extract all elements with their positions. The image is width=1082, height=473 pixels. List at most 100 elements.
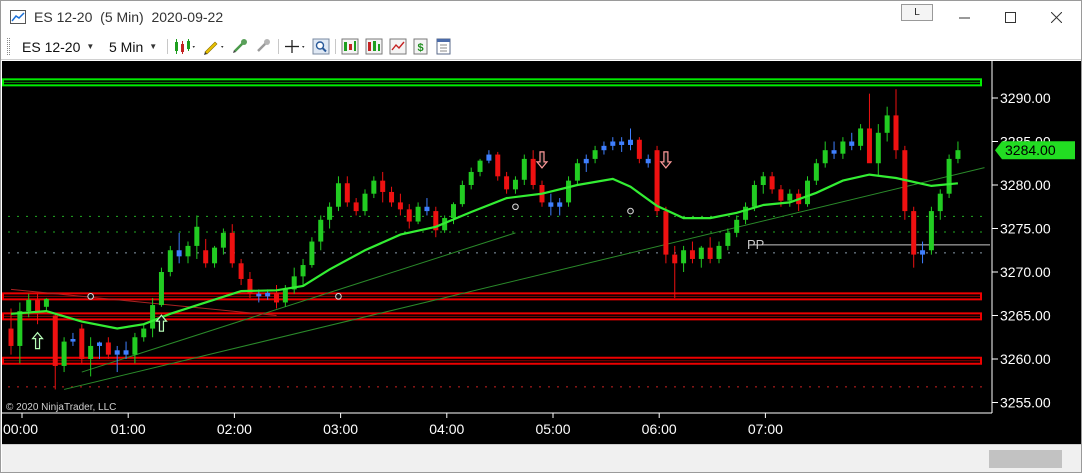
- candle-body: [858, 128, 864, 146]
- candle-body: [805, 180, 810, 205]
- candle-body: [583, 158, 589, 164]
- candle-body: [663, 211, 669, 255]
- data-box-icon[interactable]: $: [412, 38, 430, 55]
- interval-dropdown-icon: ▼: [149, 42, 158, 51]
- candle-body: [521, 158, 527, 180]
- detach-icon[interactable]: [254, 38, 272, 55]
- candle: [566, 176, 572, 207]
- candle-body: [88, 345, 94, 359]
- maximize-button[interactable]: [987, 1, 1033, 33]
- chart-window: ES 12-20 (5 Min) 2020-09-22 L ES 12-20 ▼…: [0, 0, 1082, 473]
- candle-body: [840, 141, 846, 154]
- x-tick-label: 02:00: [217, 421, 252, 437]
- candle-body: [43, 298, 49, 307]
- candle-body: [176, 250, 182, 257]
- candle-body: [928, 211, 934, 251]
- candle-body: [574, 163, 580, 181]
- candle-body: [645, 158, 651, 164]
- x-tick-label: 04:00: [429, 421, 464, 437]
- candle-body: [61, 341, 67, 366]
- zoom-icon[interactable]: [312, 38, 330, 55]
- candle-body: [451, 204, 456, 219]
- candle-body: [628, 139, 633, 145]
- candle-body: [937, 193, 943, 212]
- instrument-label: ES 12-20: [22, 38, 81, 55]
- candle-body: [689, 250, 695, 259]
- candle-body: [557, 202, 563, 207]
- candle-body: [849, 141, 855, 146]
- candle-body: [468, 171, 474, 185]
- candle-body: [380, 180, 386, 192]
- svg-text:$: $: [417, 42, 423, 54]
- link-button[interactable]: L: [901, 4, 933, 21]
- last-price-label: 3284.00: [1005, 142, 1056, 158]
- candle: [902, 145, 908, 220]
- attach-icon[interactable]: [231, 38, 249, 55]
- candle-body: [548, 202, 554, 207]
- interval-selector[interactable]: 5 Min ▼: [109, 37, 157, 56]
- instrument-selector[interactable]: ES 12-20 ▼: [22, 37, 94, 56]
- toolbar-separator: [278, 39, 279, 54]
- draw-tool-icon[interactable]: [202, 38, 226, 55]
- chart-panel[interactable]: PP © 2020 NinjaTrader, LLC 3255.00 3260.00 3…: [2, 61, 1081, 444]
- price-chart[interactable]: PP© 2020 NinjaTrader, LLC 3255.003260.003…: [2, 61, 1081, 444]
- close-icon: [1050, 11, 1062, 23]
- candle-body: [698, 247, 704, 259]
- properties-icon[interactable]: [435, 38, 453, 55]
- candle-body: [725, 232, 731, 246]
- candle-body: [920, 250, 926, 255]
- close-button[interactable]: [1033, 1, 1079, 33]
- candle-body: [212, 247, 218, 264]
- minimize-button[interactable]: [941, 1, 987, 33]
- title-bar[interactable]: ES 12-20 (5 Min) 2020-09-22 L: [1, 1, 1081, 33]
- candle-body: [105, 342, 111, 355]
- candle-body: [716, 245, 722, 259]
- candle-body: [397, 202, 403, 210]
- strategy-icon[interactable]: [341, 38, 359, 55]
- candle-body: [831, 150, 837, 154]
- chart-toolbar: ES 12-20 ▼ 5 Min ▼ $: [1, 33, 1081, 60]
- candle-body: [150, 305, 156, 329]
- chart-trader-icon[interactable]: [389, 38, 407, 55]
- candle-body: [406, 209, 412, 222]
- candle-body: [17, 311, 23, 346]
- candle-body: [97, 342, 102, 346]
- candle-body: [884, 115, 890, 133]
- candle-body: [592, 150, 598, 159]
- candle-body: [504, 176, 510, 190]
- y-tick-label: 3255.00: [1000, 395, 1051, 411]
- bar-style-icon[interactable]: [173, 38, 197, 55]
- candle: [805, 176, 810, 207]
- candle-body: [309, 241, 315, 266]
- y-tick-label: 3265.00: [1000, 308, 1051, 324]
- horizontal-scrollbar[interactable]: [2, 444, 1081, 472]
- candle-body: [194, 226, 200, 246]
- signal-marker: [627, 207, 634, 215]
- chart-background: [2, 61, 1081, 444]
- candle-body: [566, 180, 572, 203]
- crosshair-icon[interactable]: [284, 38, 308, 55]
- candle-body: [274, 292, 279, 303]
- candle-body: [185, 245, 191, 257]
- scrollbar-thumb[interactable]: [989, 450, 1062, 468]
- candle-body: [344, 183, 350, 203]
- candle-body: [778, 189, 784, 201]
- candle-body: [220, 232, 226, 248]
- y-tick-label: 3280.00: [1000, 177, 1051, 193]
- y-tick-label: 3260.00: [1000, 351, 1051, 367]
- signal-marker: [335, 293, 342, 300]
- candle-body: [282, 289, 288, 303]
- candle-body: [681, 250, 687, 264]
- toolbar-grip[interactable]: [7, 38, 10, 55]
- candle-body: [822, 150, 828, 164]
- candle-body: [79, 328, 85, 359]
- candle-body: [327, 206, 333, 220]
- candle-body: [734, 219, 740, 233]
- candle-body: [389, 191, 395, 203]
- y-tick-label: 3290.00: [1000, 90, 1051, 106]
- candle-body: [760, 176, 766, 185]
- indicators-icon[interactable]: [365, 38, 383, 55]
- candle-body: [362, 193, 368, 212]
- x-tick-label: 06:00: [642, 421, 677, 437]
- candle-body: [459, 185, 465, 205]
